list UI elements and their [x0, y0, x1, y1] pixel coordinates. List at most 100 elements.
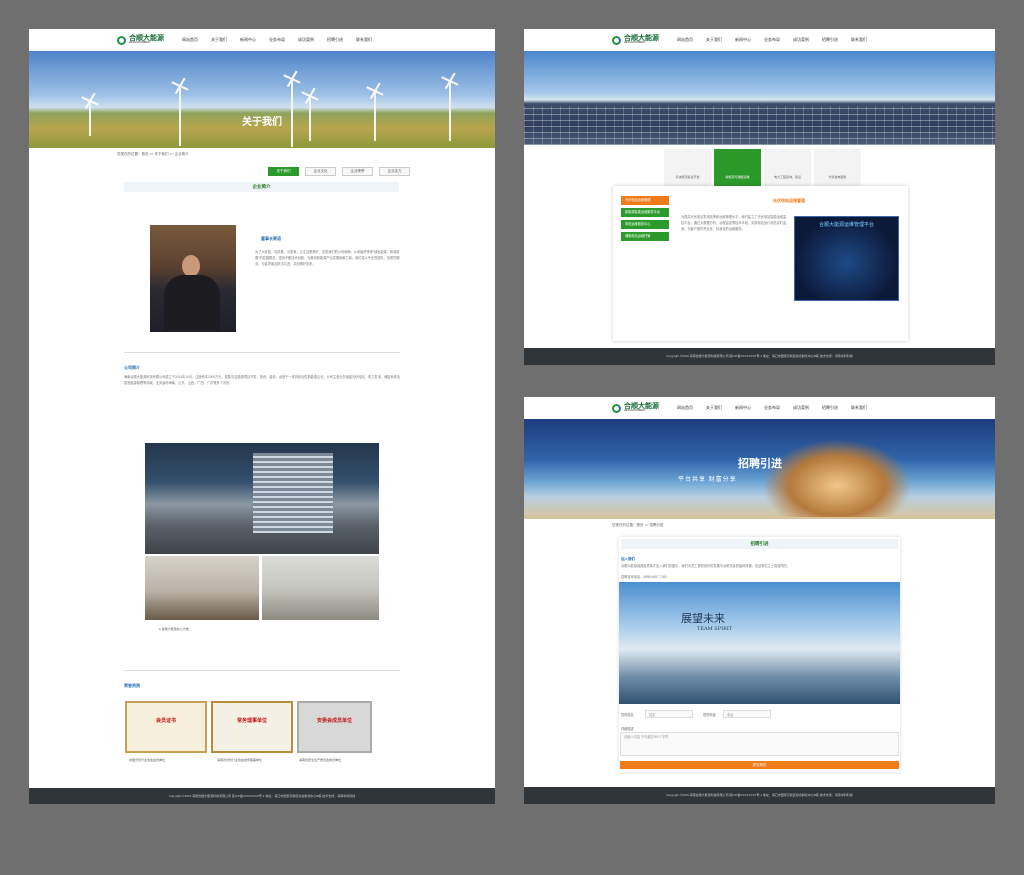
- logo-text: 合顺大能源 HESHUN ENERGY: [624, 35, 659, 45]
- main-menu: 网站首页 关于我们 新闻中心 业务布局 成功案例 招聘引进 联系我们: [677, 405, 880, 411]
- intro-title: 加入我们: [621, 557, 635, 561]
- tab-honor[interactable]: 企业荣誉: [342, 167, 373, 176]
- logo[interactable]: 合顺大能源 HESHUN ENERGY: [612, 35, 659, 45]
- certificate-caption: 中国光伏行业协会会员单位: [129, 758, 166, 762]
- certificate-image: 会员证书: [125, 701, 207, 753]
- wind-turbine-icon: [89, 101, 91, 136]
- menu-item[interactable]: 网站首页: [677, 405, 693, 411]
- phone-text: 招聘咨询电话：0898-6657 7180: [621, 575, 667, 579]
- divider: [124, 352, 400, 353]
- section-title: 企业简介: [124, 182, 399, 192]
- menu-item[interactable]: 关于我们: [706, 405, 722, 411]
- chairman-photo: [150, 225, 236, 332]
- service-tabs: 清洁能源投资开发 新能源与储能运维 电力工程咨询、建设 光伏发电服务: [664, 149, 864, 187]
- logo-icon: [612, 35, 621, 45]
- name-input[interactable]: 姓名: [645, 710, 693, 718]
- divider: [124, 670, 400, 671]
- service-page-mockup: 合顺大能源 HESHUN ENERGY 网站首页 关于我们 新闻中心 业务布局 成…: [524, 29, 995, 365]
- menu-item[interactable]: 业务布局: [764, 37, 780, 43]
- wind-turbine-icon: [449, 81, 451, 141]
- wind-turbine-icon: [309, 96, 311, 141]
- solar-banner: [524, 51, 995, 145]
- service-panel: 光伏电站运维管理 新能源智能运维服务平台 风电运维服务中心 储能电站运维托管 光…: [613, 186, 908, 341]
- menu-item[interactable]: 成功案例: [298, 37, 314, 43]
- breadcrumb: 您现在的位置：首页 >> 招聘引进: [612, 523, 664, 527]
- menu-item[interactable]: 业务布局: [764, 405, 780, 411]
- logo-text: 合顺大能源 HESHUN ENERGY: [624, 403, 659, 413]
- recruit-banner: 招聘引进 平台共享 财富分享: [524, 419, 995, 519]
- logo[interactable]: 合顺大能源 HESHUN ENERGY: [612, 403, 659, 413]
- honor-title: 荣誉资质: [124, 683, 140, 688]
- logo[interactable]: 合顺大能源 HESHUN ENERGY: [117, 35, 164, 45]
- menu-item[interactable]: 联系我们: [356, 37, 372, 43]
- navbar: 合顺大能源 HESHUN ENERGY 网站首页 关于我们 新闻中心 业务布局 成…: [29, 29, 495, 51]
- footer: Copyright ©2019 海南合顺大能源科技有限公司 琼ICP备XXXXX…: [29, 788, 495, 804]
- photo-caption: ● 合顺大能源办公大楼: [159, 627, 189, 631]
- office-building-photo: [145, 443, 379, 554]
- side-menu-item[interactable]: 风电运维服务中心: [621, 220, 669, 229]
- panel-title: 光伏电站运维管理: [773, 198, 805, 203]
- section-title: 招聘引进: [621, 539, 898, 549]
- menu-item[interactable]: 业务布局: [269, 37, 285, 43]
- name-label: 您的姓名: [621, 713, 634, 717]
- about-page-mockup: 合顺大能源 HESHUN ENERGY 网站首页 关于我们 新闻中心 业务布局 成…: [29, 29, 495, 804]
- menu-item[interactable]: 新闻中心: [240, 37, 256, 43]
- menu-item[interactable]: 招聘引进: [822, 37, 838, 43]
- profile-title: 公司简介: [124, 365, 140, 370]
- tab-about[interactable]: 关于我们: [268, 167, 299, 176]
- dashboard-image: 合顺大能源运维管理平台: [794, 216, 899, 301]
- main-menu: 网站首页 关于我们 新闻中心 业务布局 成功案例 招聘引进 联系我们: [182, 37, 385, 43]
- certificate-image: 安委会成员单位: [297, 701, 372, 753]
- chairman-title: 董事长寄语: [261, 236, 281, 241]
- menu-item[interactable]: 联系我们: [851, 405, 867, 411]
- menu-item[interactable]: 关于我们: [706, 37, 722, 43]
- menu-item[interactable]: 联系我们: [851, 37, 867, 43]
- panel-text: 为提高光伏电站发电效率和运维管理水平，我们建立了光伏电站智能运维监控平台，通过大…: [681, 215, 787, 231]
- banner-slogan: 平台共享 财富分享: [678, 477, 737, 483]
- menu-item[interactable]: 网站首页: [677, 37, 693, 43]
- wind-turbine-icon: [374, 91, 376, 141]
- phone-input[interactable]: 电话: [723, 710, 771, 718]
- menu-item[interactable]: 招聘引进: [822, 405, 838, 411]
- submit-button[interactable]: 提交简历: [620, 761, 899, 769]
- logo-text: 合顺大能源 HESHUN ENERGY: [129, 35, 164, 45]
- tab-culture[interactable]: 企业文化: [305, 167, 336, 176]
- side-menu-item[interactable]: 光伏电站运维管理: [621, 196, 669, 205]
- menu-item[interactable]: 关于我们: [211, 37, 227, 43]
- service-tab[interactable]: 电力工程咨询、建设: [764, 149, 811, 187]
- profile-text: 海南合顺大能源科技有限公司成立于2014年10月，注册资本2000万元，是集清洁…: [124, 375, 400, 385]
- wind-banner: 关于我们: [29, 51, 495, 148]
- photo-body: [164, 275, 220, 330]
- about-tabs: 关于我们 企业文化 企业荣誉 企业实力: [268, 167, 416, 176]
- service-tab[interactable]: 清洁能源投资开发: [664, 149, 711, 187]
- service-tab[interactable]: 光伏发电服务: [814, 149, 861, 187]
- navbar: 合顺大能源 HESHUN ENERGY 网站首页 关于我们 新闻中心 业务布局 成…: [524, 397, 995, 419]
- menu-item[interactable]: 新闻中心: [735, 405, 751, 411]
- menu-item[interactable]: 成功案例: [793, 37, 809, 43]
- footer: Copyright ©2019 海南合顺大能源科技有限公司 琼ICP备XXXXX…: [524, 787, 995, 804]
- photo-head: [182, 255, 200, 277]
- recruit-box: 招聘引进 加入我们 合顺大能源诚邀各界英才加入我们的团队，我们为员工提供良好的发…: [619, 537, 900, 772]
- breadcrumb: 您现在的位置：首页 >> 关于我们 >> 企业简介: [117, 152, 189, 156]
- solar-panels-image: [524, 106, 995, 145]
- service-tab[interactable]: 新能源与储能运维: [714, 149, 761, 187]
- side-menu-item[interactable]: 储能电站运维托管: [621, 232, 669, 241]
- office-room-photo: [262, 556, 379, 620]
- team-spirit-image: 展望未来 TEAM SPIRIT: [619, 582, 900, 704]
- banner-title: 关于我们: [242, 117, 282, 128]
- menu-item[interactable]: 成功案例: [793, 405, 809, 411]
- menu-item[interactable]: 招聘引进: [327, 37, 343, 43]
- menu-item[interactable]: 新闻中心: [735, 37, 751, 43]
- footer: Copyright ©2019 海南合顺大能源科技有限公司 琼ICP备XXXXX…: [524, 348, 995, 365]
- meeting-room-photo: [145, 556, 259, 620]
- message-textarea[interactable]: 请输入内容 不可超过500个字符: [620, 732, 899, 756]
- menu-item[interactable]: 网站首页: [182, 37, 198, 43]
- certificate-caption: 海南省安全生产委员会成员单位: [299, 758, 342, 762]
- intro-text: 合顺大能源诚邀各界英才加入我们的团队，我们为员工提供良好的发展平台和完善的福利待…: [621, 564, 790, 568]
- certificate-caption: 海南省光伏行业协会常务理事单位: [217, 758, 263, 762]
- navbar: 合顺大能源 HESHUN ENERGY 网站首页 关于我们 新闻中心 业务布局 成…: [524, 29, 995, 51]
- banner-title: 招聘引进: [738, 458, 782, 470]
- tab-strength[interactable]: 企业实力: [379, 167, 410, 176]
- side-menu-item[interactable]: 新能源智能运维服务平台: [621, 208, 669, 217]
- phone-label: 您的电话: [703, 713, 716, 717]
